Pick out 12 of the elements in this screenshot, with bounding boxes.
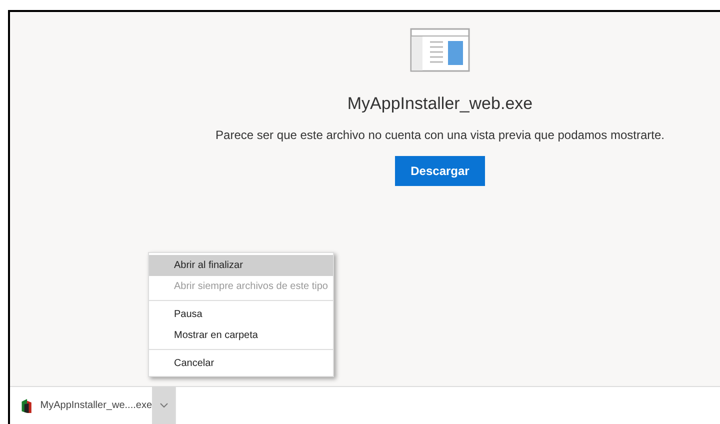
no-preview-message: Parece ser que este archivo no cuenta con una vista previa que podamos mostrarte. <box>216 128 664 142</box>
download-options-button[interactable] <box>152 387 176 424</box>
menu-item[interactable]: Mostrar en carpeta <box>149 325 333 346</box>
download-button[interactable]: Descargar <box>394 156 486 186</box>
caret-icon <box>160 403 168 408</box>
document-preview-icon <box>410 28 470 72</box>
download-file-name[interactable]: MyAppInstaller_we....exe <box>40 400 152 411</box>
file-name-title: MyAppInstaller_web.exe <box>347 94 533 114</box>
menu-item[interactable]: Abrir al finalizar <box>149 255 333 276</box>
menu-item[interactable]: Pausa <box>149 304 333 325</box>
menu-item[interactable]: Cancelar <box>149 353 333 374</box>
installer-file-icon <box>20 398 32 414</box>
